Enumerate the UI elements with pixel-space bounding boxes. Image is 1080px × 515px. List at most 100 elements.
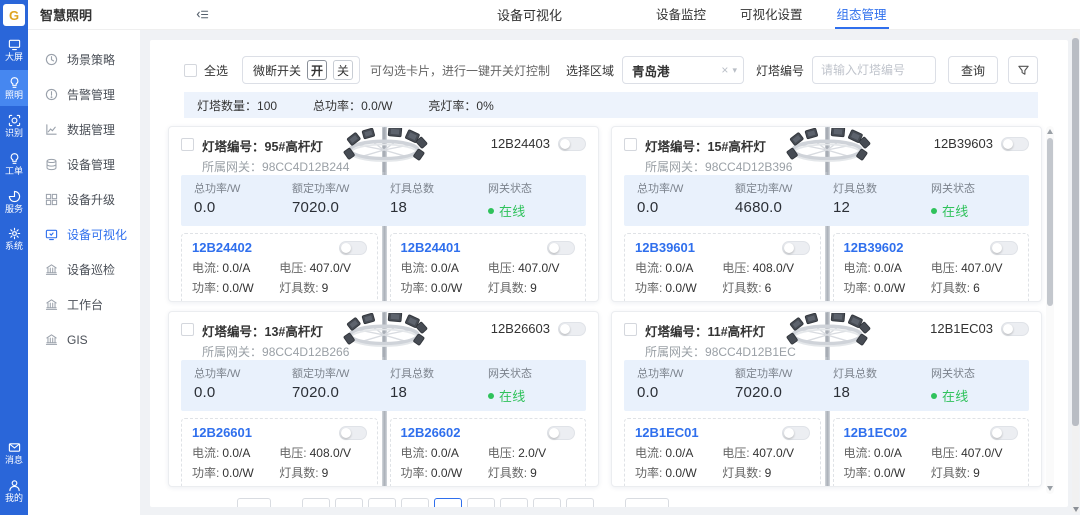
more-menu-icon[interactable]: ⋮ bbox=[562, 486, 575, 487]
pagination-page-button[interactable] bbox=[533, 498, 561, 507]
tab-configuration[interactable]: 组态管理 bbox=[835, 0, 889, 29]
clear-icon[interactable]: × bbox=[721, 63, 728, 77]
branch-card: 12B24402 电流:0.0/A 电压:407.0/V 功率:0.0/W 灯具… bbox=[181, 233, 378, 302]
scrollbar-thumb[interactable] bbox=[1047, 138, 1053, 306]
more-menu-icon[interactable]: ⋮ bbox=[1005, 486, 1018, 487]
tower-stats: 总功率/W0.0 额定功率/W7020.0 灯具总数18 网关状态在线 bbox=[181, 360, 586, 411]
sidebar-item-device-upgrade[interactable]: 设备升级 bbox=[28, 182, 140, 217]
branch-switch[interactable] bbox=[990, 426, 1018, 440]
branch-id-link[interactable]: 12B26601 bbox=[192, 425, 252, 440]
branch-id-link[interactable]: 12B1EC01 bbox=[635, 425, 699, 440]
more-menu-icon[interactable]: ⋮ bbox=[562, 301, 575, 302]
sidebar-item-workbench[interactable]: 工作台 bbox=[28, 287, 140, 322]
tower-switch[interactable] bbox=[1001, 137, 1029, 151]
pagination-page-button[interactable] bbox=[566, 498, 594, 507]
rail-item-profile[interactable]: 我的 bbox=[0, 473, 28, 509]
card-checkbox[interactable] bbox=[181, 323, 194, 336]
select-all-checkbox[interactable] bbox=[184, 64, 197, 77]
branch-id-link[interactable]: 12B24402 bbox=[192, 240, 252, 255]
rail-item-workorder[interactable]: 工单 bbox=[0, 146, 28, 182]
branch-id-link[interactable]: 12B1EC02 bbox=[844, 425, 908, 440]
page-scrollbar-thumb[interactable] bbox=[1072, 38, 1079, 426]
pagination-page-button[interactable] bbox=[500, 498, 528, 507]
branch-card: 12B39601 电流:0.0/A 电压:408.0/V 功率:0.0/W 灯具… bbox=[624, 233, 821, 302]
bank-icon bbox=[45, 263, 58, 276]
pagination-page-button[interactable] bbox=[368, 498, 396, 507]
tab-device-monitor[interactable]: 设备监控 bbox=[654, 0, 708, 29]
cards-scrollbar[interactable] bbox=[1046, 126, 1054, 494]
breaker-on-button[interactable]: 开 bbox=[307, 60, 327, 80]
chevron-down-icon: ▾ bbox=[732, 65, 737, 76]
branch-switch[interactable] bbox=[547, 426, 575, 440]
branch-id-link[interactable]: 12B24401 bbox=[401, 240, 461, 255]
sidebar-item-alarm-mgmt[interactable]: 告警管理 bbox=[28, 77, 140, 112]
rail-item-system[interactable]: 系统 bbox=[0, 221, 28, 257]
sidebar-item-data-mgmt[interactable]: 数据管理 bbox=[28, 112, 140, 147]
tab-visual-settings[interactable]: 可视化设置 bbox=[738, 0, 805, 29]
filter-button[interactable] bbox=[1008, 56, 1038, 84]
sidebar-item-gis[interactable]: GIS bbox=[28, 322, 140, 357]
scroll-down-icon[interactable] bbox=[1047, 486, 1053, 491]
more-menu-icon[interactable]: ⋮ bbox=[1005, 301, 1018, 302]
branch-switch[interactable] bbox=[339, 241, 367, 255]
branch-id-link[interactable]: 12B39601 bbox=[635, 240, 695, 255]
more-menu-icon[interactable]: ⋮ bbox=[354, 486, 367, 487]
breaker-off-button[interactable]: 关 bbox=[333, 60, 353, 80]
branch-switch[interactable] bbox=[547, 241, 575, 255]
branch-switch[interactable] bbox=[339, 426, 367, 440]
database-icon bbox=[45, 158, 58, 171]
rail-item-bigscreen[interactable]: 大屏 bbox=[0, 32, 28, 68]
stat-rated-power: 7020.0 bbox=[292, 199, 390, 216]
app-header: 智慧照明 设备可视化 设备监控 可视化设置 组态管理 bbox=[28, 0, 1080, 30]
mail-icon bbox=[8, 441, 21, 454]
rail-item-service[interactable]: 服务 bbox=[0, 184, 28, 220]
app-logo[interactable]: G bbox=[0, 0, 28, 30]
more-menu-icon[interactable]: ⋮ bbox=[797, 301, 810, 302]
sidebar-item-device-inspection[interactable]: 设备巡检 bbox=[28, 252, 140, 287]
tower-switch[interactable] bbox=[558, 137, 586, 151]
more-menu-icon[interactable]: ⋮ bbox=[797, 486, 810, 487]
pagination-next-button[interactable] bbox=[625, 498, 669, 507]
more-menu-icon[interactable]: ⋮ bbox=[354, 301, 367, 302]
sidebar-item-scene-policy[interactable]: 场景策略 bbox=[28, 42, 140, 77]
card-checkbox[interactable] bbox=[181, 138, 194, 151]
branch-switch[interactable] bbox=[782, 241, 810, 255]
scroll-up-icon[interactable] bbox=[1047, 129, 1053, 134]
rail-item-messages[interactable]: 消息 bbox=[0, 435, 28, 471]
branch-card: 12B26601 电流:0.0/A 电压:408.0/V 功率:0.0/W 灯具… bbox=[181, 418, 378, 487]
pagination-page-button[interactable] bbox=[401, 498, 429, 507]
bank-icon bbox=[45, 333, 58, 346]
pagination-page-button[interactable] bbox=[302, 498, 330, 507]
area-select[interactable]: 青岛港 × ▾ bbox=[622, 56, 744, 84]
toolbar-filters: 选择区域 青岛港 × ▾ 灯塔编号 查询 bbox=[566, 56, 1038, 84]
pagination-page-button[interactable] bbox=[335, 498, 363, 507]
high-mast-light-image bbox=[336, 313, 432, 357]
tower-switch[interactable] bbox=[1001, 322, 1029, 336]
pagination-page-button-active[interactable] bbox=[434, 498, 462, 507]
branch-switch[interactable] bbox=[782, 426, 810, 440]
card-checkbox[interactable] bbox=[624, 138, 637, 151]
tower-code: 12B39603 bbox=[934, 136, 993, 151]
tower-name: 13#高杆灯 bbox=[265, 325, 323, 339]
branch-id-link[interactable]: 12B26602 bbox=[401, 425, 461, 440]
rail-item-lighting[interactable]: 照明 bbox=[0, 70, 28, 106]
high-mast-light-image bbox=[779, 313, 875, 357]
stat-total-power: 0.0 bbox=[637, 199, 735, 216]
pagination-prev-button[interactable] bbox=[237, 498, 271, 507]
sidebar-collapse-button[interactable] bbox=[116, 0, 209, 29]
branch-id-link[interactable]: 12B39602 bbox=[844, 240, 904, 255]
branch-card: 12B1EC01 电流:0.0/A 电压:407.0/V 功率:0.0/W 灯具… bbox=[624, 418, 821, 487]
user-icon bbox=[8, 479, 21, 492]
page-scrollbar[interactable] bbox=[1072, 32, 1079, 513]
query-button[interactable]: 查询 bbox=[948, 56, 998, 84]
page-scroll-down-icon[interactable] bbox=[1073, 507, 1079, 512]
card-checkbox[interactable] bbox=[624, 323, 637, 336]
tower-no-input[interactable] bbox=[812, 56, 936, 84]
sidebar-item-device-mgmt[interactable]: 设备管理 bbox=[28, 147, 140, 182]
pagination-page-button[interactable] bbox=[467, 498, 495, 507]
sidebar-item-device-visualization[interactable]: 设备可视化 bbox=[28, 217, 140, 252]
tower-switch[interactable] bbox=[558, 322, 586, 336]
rail-item-recognition[interactable]: 识别 bbox=[0, 108, 28, 144]
collapse-icon bbox=[196, 8, 209, 21]
branch-switch[interactable] bbox=[990, 241, 1018, 255]
